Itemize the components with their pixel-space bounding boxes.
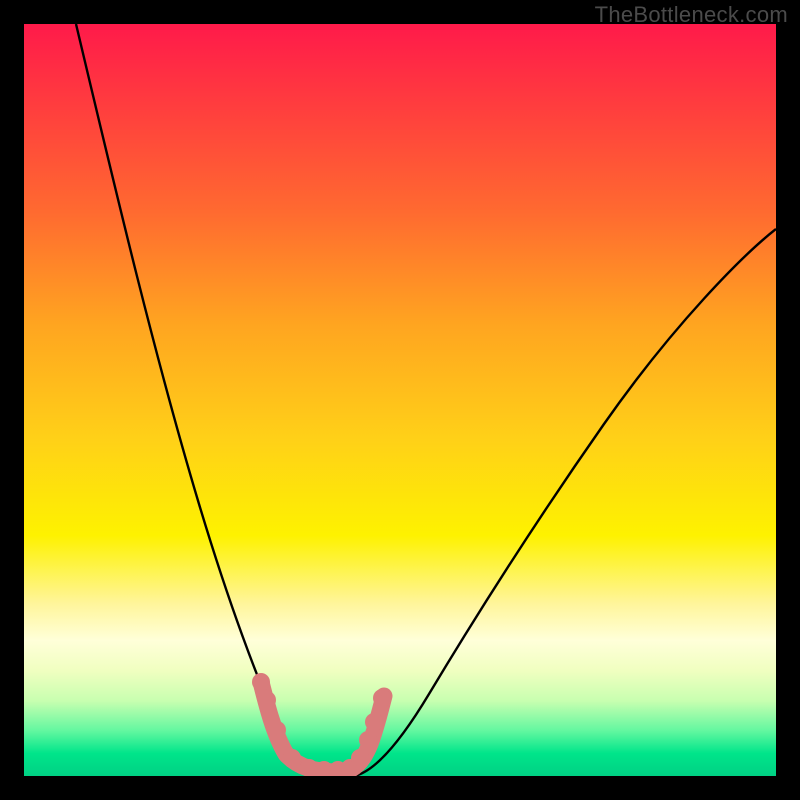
curves-svg	[24, 24, 776, 776]
chart-frame: TheBottleneck.com	[0, 0, 800, 800]
left-curve-path	[76, 24, 319, 776]
right-curve-path	[354, 229, 776, 776]
plot-area	[24, 24, 776, 776]
